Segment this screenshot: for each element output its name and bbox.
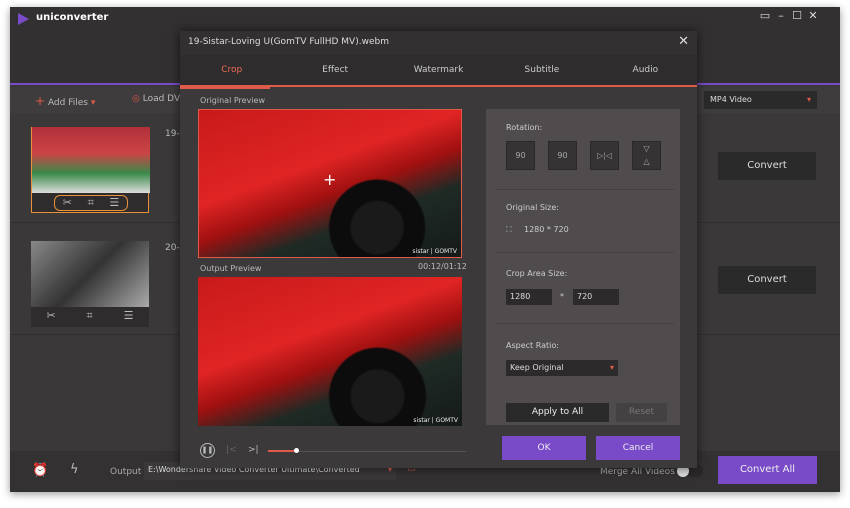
crop-icon[interactable]: ⌗: [88, 196, 94, 210]
dialog-close-icon[interactable]: ✕: [678, 34, 689, 49]
merge-label: Merge All Videos: [600, 467, 675, 477]
trim-icon[interactable]: ✂: [63, 196, 72, 210]
file-name: 19-: [165, 129, 180, 139]
original-preview-label: Original Preview: [200, 96, 265, 105]
cancel-button[interactable]: Cancel: [596, 436, 680, 460]
video-thumbnail[interactable]: [32, 127, 150, 193]
ok-button[interactable]: OK: [502, 436, 586, 460]
flip-vertical-icon[interactable]: ▽ △: [632, 141, 661, 170]
dialog-title: 19-Sistar-Loving U(GomTV FullHD MV).webm…: [180, 31, 697, 55]
tab-watermark[interactable]: Watermark: [387, 55, 490, 85]
tab-crop[interactable]: Crop: [180, 55, 283, 85]
crop-width-input[interactable]: 1280: [506, 289, 552, 305]
progress-fill: [268, 450, 296, 452]
original-preview[interactable]: + sistar | GOMTV: [198, 109, 462, 258]
thumbnail: ✂ ⌗ ☰: [31, 127, 150, 213]
aspect-ratio-select[interactable]: Keep Original ▾: [506, 360, 618, 376]
aspect-ratio-label: Aspect Ratio:: [506, 341, 559, 350]
crop-area-label: Crop Area Size:: [506, 269, 568, 278]
crop-height-input[interactable]: 720: [573, 289, 619, 305]
tab-subtitle[interactable]: Subtitle: [490, 55, 593, 85]
original-size-value: 1280 * 720: [524, 225, 569, 234]
convert-all-button[interactable]: Convert All: [718, 456, 817, 484]
reset-button[interactable]: Reset: [616, 403, 667, 422]
output-format-select[interactable]: MP4 Video ▾: [704, 91, 817, 109]
timecode: 00:12/01:12: [418, 262, 467, 271]
output-preview-label: Output Preview: [200, 264, 262, 273]
effects-icon[interactable]: ☰: [124, 309, 134, 325]
thumbnail: ✂ ⌗ ☰: [31, 241, 149, 327]
size-icon: ⛶: [506, 225, 512, 234]
disc-icon: ◎: [132, 94, 140, 104]
tab-effect[interactable]: Effect: [283, 55, 386, 85]
tab-audio[interactable]: Audio: [594, 55, 697, 85]
load-dvd-button[interactable]: ◎ Load DV: [132, 94, 180, 104]
original-size-label: Original Size:: [506, 203, 559, 212]
crop-settings-panel: Rotation: 90 90 ▷¦◁ ▽ △ Original Size: ⛶ …: [486, 109, 680, 425]
app-title: uniconverter: [36, 12, 109, 23]
crop-dialog: 19-Sistar-Loving U(GomTV FullHD MV).webm…: [180, 31, 697, 468]
flip-horizontal-icon[interactable]: ▷¦◁: [590, 141, 619, 170]
crop-icon[interactable]: ⌗: [87, 309, 93, 325]
add-files-button[interactable]: + Add Files ▾: [35, 94, 95, 108]
progress-handle[interactable]: [293, 448, 299, 453]
pause-button[interactable]: ❚❚: [200, 443, 215, 458]
maximize-button[interactable]: ☐: [790, 9, 804, 22]
rotation-label: Rotation:: [506, 123, 543, 132]
rotate-left-icon[interactable]: 90: [506, 141, 535, 170]
logo-icon: [18, 13, 29, 25]
previous-button[interactable]: |<: [226, 445, 237, 455]
rotate-right-icon[interactable]: 90: [548, 141, 577, 170]
trim-icon[interactable]: ✂: [46, 309, 55, 325]
output-label: Output: [110, 467, 142, 477]
video-thumbnail[interactable]: [31, 241, 149, 307]
file-name: 20-: [165, 243, 180, 253]
dialog-tabs: Crop Effect Watermark Subtitle Audio: [180, 55, 697, 87]
alarm-icon[interactable]: ⏰: [32, 463, 48, 478]
apply-to-all-button[interactable]: Apply to All: [506, 403, 609, 422]
lightning-icon[interactable]: ϟ: [70, 462, 79, 477]
minimize-button[interactable]: –: [774, 9, 788, 22]
output-preview: sistar | GOMTV: [198, 277, 462, 426]
convert-button[interactable]: Convert: [718, 152, 816, 180]
convert-button[interactable]: Convert: [718, 266, 816, 294]
feedback-icon[interactable]: ▭: [758, 9, 772, 22]
close-button[interactable]: ✕: [806, 9, 820, 22]
plus-icon: +: [35, 94, 46, 108]
effects-icon[interactable]: ☰: [109, 196, 119, 210]
crop-separator: *: [560, 292, 564, 301]
next-button[interactable]: >|: [248, 445, 259, 455]
crop-crosshair-icon[interactable]: +: [323, 170, 336, 189]
